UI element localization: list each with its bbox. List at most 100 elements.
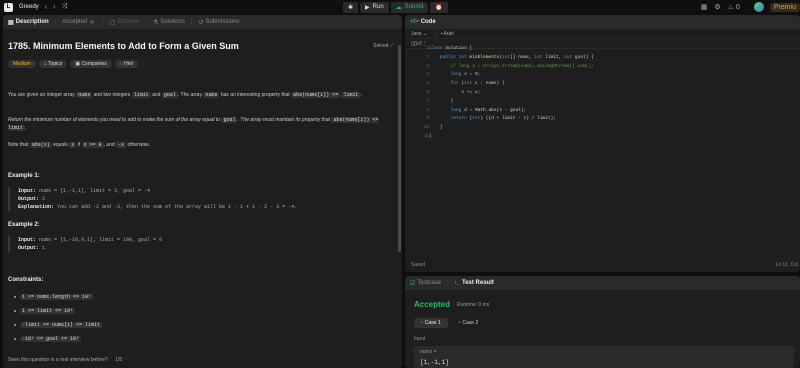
- list-item: 1 <= nums.length <= 10⁵: [14, 290, 102, 304]
- code-line: // long s = Arrays.stream(nums).asLongSt…: [450, 63, 594, 69]
- tab-submissions-label: Submissions: [205, 19, 240, 25]
- example-1-heading: Example 1:: [8, 173, 40, 179]
- interview-footer: Seen this question in a real interview b…: [8, 357, 122, 363]
- document-icon: ▤: [8, 19, 14, 26]
- text: if: [77, 142, 81, 148]
- line-number: 7: [426, 98, 429, 104]
- case-tab-2[interactable]: • Case 2: [452, 318, 486, 328]
- tab-divider: |: [102, 19, 104, 25]
- bullet: [14, 338, 16, 340]
- example-1-block: Input: nums = [1,-1,1], limit = 3, goal …: [8, 187, 393, 211]
- tab-editorial-label: Editorial: [117, 19, 140, 25]
- tab-divider: |: [145, 19, 147, 25]
- companies-label: Companies: [81, 61, 107, 67]
- tab-accepted[interactable]: Accepted ✕: [60, 15, 98, 29]
- tab-test-result-label: Test Result: [461, 280, 494, 286]
- tab-testcase[interactable]: ☑ Testcase: [408, 276, 443, 290]
- input-value: nums = [1,-10,9,1], limit = 100, goal = …: [39, 237, 163, 243]
- shuffle-icon[interactable]: ⤨: [61, 3, 67, 11]
- code-panel: </> Code Java ⌄ | ▪ Auto ▯{} ↺ ⛶ 1 2 3 4 5 …: [405, 15, 800, 272]
- run-label: Run: [372, 4, 384, 10]
- run-button[interactable]: ▶ Run: [360, 1, 389, 13]
- test-tabs: ☑ Testcase | ›_ Test Result: [405, 276, 800, 290]
- companies-button[interactable]: ▣ Companies: [70, 60, 112, 68]
- text: . The array must maintain its property: [237, 117, 321, 123]
- prev-problem-icon[interactable]: ‹: [45, 4, 47, 11]
- example-1-output: Output: 2: [18, 195, 393, 203]
- code-line: class Solution {: [429, 46, 473, 51]
- text: has an interesting property that: [220, 92, 290, 98]
- case-label: Case 2: [462, 320, 479, 326]
- tab-test-result[interactable]: ›_ Test Result: [453, 276, 496, 290]
- example-2-heading: Example 2:: [8, 222, 40, 228]
- hint-button[interactable]: ◌ Hint: [114, 60, 139, 68]
- constraint-text: 1 <= nums.length <= 10⁵: [20, 294, 94, 300]
- tab-solutions[interactable]: ⚗ Solutions: [151, 15, 187, 29]
- case-tab-1[interactable]: • Case 1: [414, 318, 448, 328]
- submit-label: Submit: [404, 4, 424, 10]
- problem-list-title[interactable]: Greedy: [19, 4, 39, 10]
- code-line: long s = 0;: [450, 72, 481, 78]
- language-select[interactable]: Java ⌄: [411, 31, 427, 37]
- next-problem-icon[interactable]: ›: [53, 4, 55, 11]
- close-icon[interactable]: ✕: [89, 19, 94, 26]
- interview-count[interactable]: 1/5: [115, 357, 122, 363]
- bug-icon: ✱: [348, 4, 354, 11]
- explanation-value: You can add -2 and -3, then the sum of t…: [57, 204, 298, 210]
- input-value: nums = [1,-1,1], limit = 3, goal = -4: [39, 188, 151, 194]
- tab-description-label: Description: [15, 19, 49, 25]
- autocomplete-toggle[interactable]: ▪ Auto: [441, 31, 454, 37]
- submit-button[interactable]: ☁ Submit: [390, 1, 429, 13]
- leetcode-logo-icon[interactable]: L: [4, 2, 13, 12]
- paragraph-intro: You are given an integer array nums and …: [8, 91, 393, 99]
- topics-label: Topics: [48, 61, 63, 67]
- hint-label: Hint: [124, 61, 134, 67]
- code-tabs: </> Code: [405, 15, 800, 29]
- inline-code: goal: [221, 117, 238, 123]
- example-1-input: Input: nums = [1,-1,1], limit = 3, goal …: [18, 187, 393, 195]
- difficulty-badge: Medium: [8, 60, 36, 68]
- avatar[interactable]: [753, 2, 764, 12]
- list-item: -10⁹ <= goal <= 10⁹: [14, 332, 102, 346]
- check-circle-icon: ✓: [389, 43, 394, 49]
- page-title: 1785. Minimum Elements to Add to Form a …: [8, 41, 239, 51]
- tab-divider: |: [54, 19, 57, 25]
- tab-code[interactable]: </> Code: [408, 15, 438, 29]
- tab-divider: |: [190, 19, 193, 25]
- inline-code: x: [69, 142, 77, 148]
- interview-question-text: Seen this question in a real interview b…: [8, 357, 108, 363]
- tab-description[interactable]: ▤ Description: [6, 15, 51, 29]
- book-icon: ▢: [109, 19, 116, 26]
- settings-icon[interactable]: ⚙: [714, 3, 720, 11]
- dot-icon: •: [458, 320, 461, 326]
- code-line: s += x;: [429, 90, 481, 95]
- list-item: -limit <= nums[i] <= limit: [14, 318, 103, 332]
- topics-button[interactable]: ⌂ Topics: [38, 60, 68, 68]
- checkbox-icon: ☑: [410, 280, 416, 287]
- output-value: 2: [42, 196, 46, 202]
- timer-button[interactable]: ⏰: [430, 1, 448, 13]
- input-key: nums =: [420, 349, 437, 355]
- tab-submissions[interactable]: ↺ Submissions: [196, 15, 241, 29]
- output-label: Output:: [18, 245, 40, 251]
- fire-icon[interactable]: ♨ 0: [728, 3, 747, 11]
- output-value: 1: [42, 245, 46, 251]
- inline-code: x >= 0: [81, 142, 104, 148]
- premium-button[interactable]: Premiu: [769, 2, 800, 12]
- line-number: 9: [426, 116, 429, 122]
- play-icon: ▶: [365, 4, 370, 11]
- text: .: [25, 125, 27, 131]
- code-toolbar: Java ⌄ | ▪ Auto: [405, 29, 800, 39]
- text: You are given an integer array: [8, 92, 75, 98]
- alarm-icon: ⏰: [435, 4, 443, 11]
- layout-icon[interactable]: ▦: [701, 3, 708, 11]
- debug-button[interactable]: ✱: [343, 1, 359, 13]
- language-value: Java: [411, 30, 422, 37]
- paragraph-task: Return the minimum number of elements yo…: [8, 116, 393, 132]
- inline-code: abs(x): [29, 142, 52, 148]
- tab-editorial[interactable]: ▢ Editorial: [108, 15, 141, 29]
- code-line: }: [429, 125, 443, 131]
- text: . The array: [177, 92, 202, 98]
- mode-value: Auto: [443, 30, 454, 37]
- scrollbar[interactable]: [398, 45, 401, 252]
